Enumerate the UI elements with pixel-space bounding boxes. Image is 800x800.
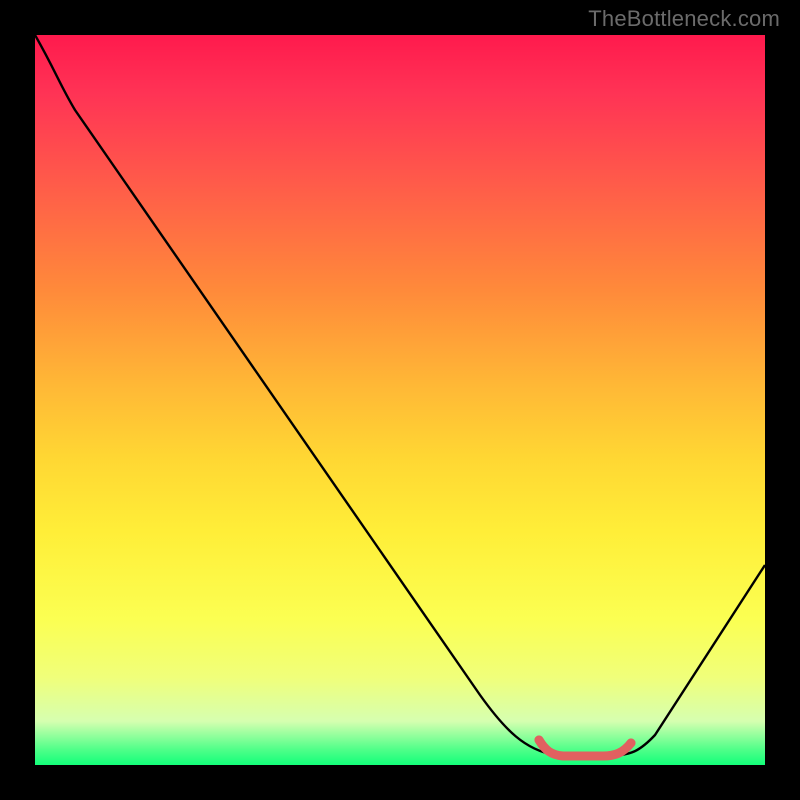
chart-frame: TheBottleneck.com (0, 0, 800, 800)
flat-region-dot-right (627, 739, 636, 748)
flat-region-marker (539, 740, 631, 756)
plot-area (35, 35, 765, 765)
flat-region-dot-left (535, 736, 544, 745)
bottleneck-curve (35, 35, 765, 756)
plot-svg (35, 35, 765, 765)
attribution-text: TheBottleneck.com (588, 6, 780, 32)
